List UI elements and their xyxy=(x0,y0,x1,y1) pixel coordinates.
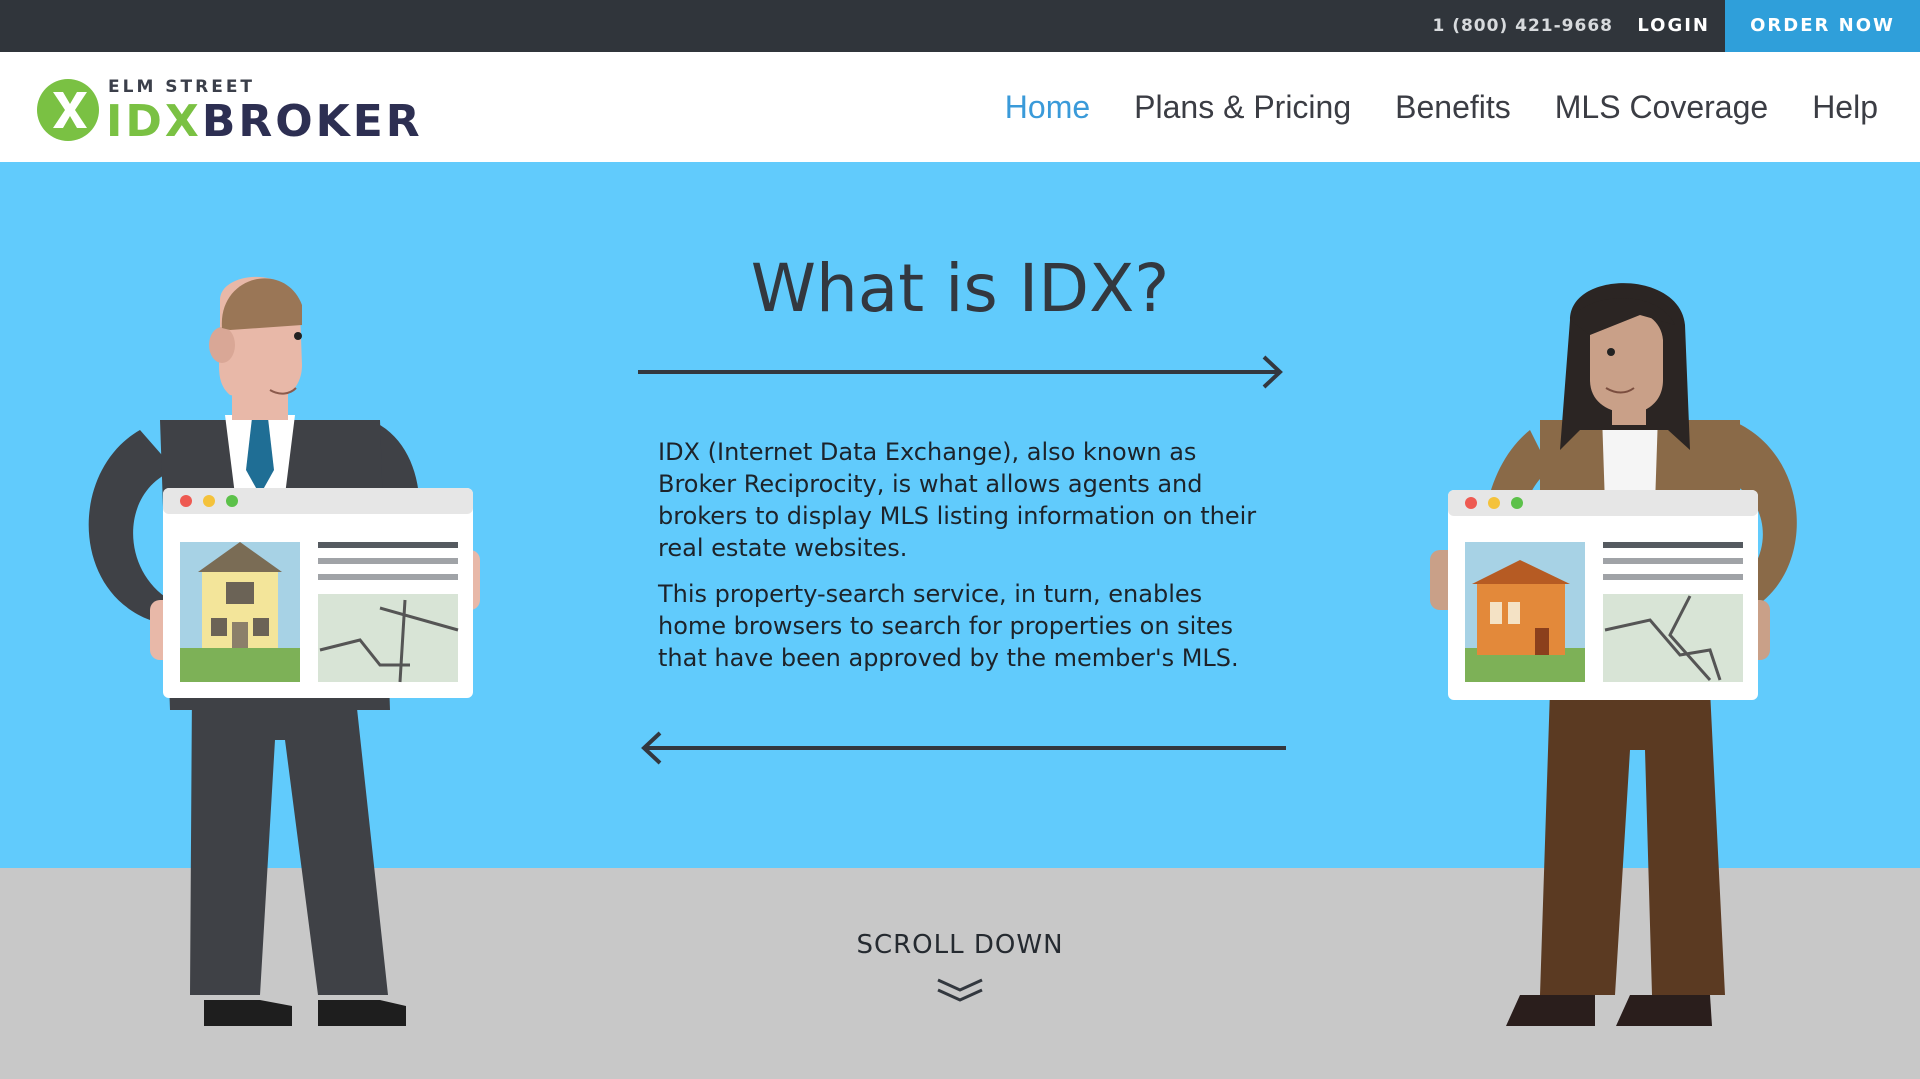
hero-paragraph-1: IDX (Internet Data Exchange), also known… xyxy=(658,438,1257,562)
logo[interactable]: ELM STREET IDXBROKER xyxy=(36,76,420,147)
order-now-button[interactable]: ORDER NOW xyxy=(1725,0,1920,52)
nav-home[interactable]: Home xyxy=(1005,89,1090,126)
x-logo-icon xyxy=(37,79,99,141)
nav-mls-coverage[interactable]: MLS Coverage xyxy=(1555,89,1768,126)
phone-number[interactable]: 1 (800) 421-9668 xyxy=(1432,0,1613,52)
nav-help[interactable]: Help xyxy=(1812,89,1878,126)
site-header: ELM STREET IDXBROKER Home Plans & Pricin… xyxy=(0,52,1920,162)
double-chevron-down-icon[interactable] xyxy=(936,976,984,1006)
logo-broker: BROKER xyxy=(201,96,423,147)
logo-subtitle: ELM STREET xyxy=(108,77,256,97)
login-link[interactable]: LOGIN xyxy=(1637,0,1710,52)
top-bar: 1 (800) 421-9668 LOGIN ORDER NOW xyxy=(0,0,1920,52)
woman-illustration xyxy=(1430,283,1797,1026)
hero-description: IDX (Internet Data Exchange), also known… xyxy=(658,436,1268,688)
nav-benefits[interactable]: Benefits xyxy=(1395,89,1511,126)
logo-idx: IDX xyxy=(106,96,202,147)
arrow-left-icon xyxy=(641,731,1286,765)
logo-wordmark: IDXBROKER xyxy=(106,96,423,147)
nav-plans-pricing[interactable]: Plans & Pricing xyxy=(1134,89,1351,126)
hero-paragraph-2: This property-search service, in turn, e… xyxy=(658,580,1239,672)
main-nav: Home Plans & Pricing Benefits MLS Covera… xyxy=(1005,52,1878,162)
man-illustration xyxy=(88,276,480,1026)
arrow-right-icon xyxy=(638,355,1283,389)
